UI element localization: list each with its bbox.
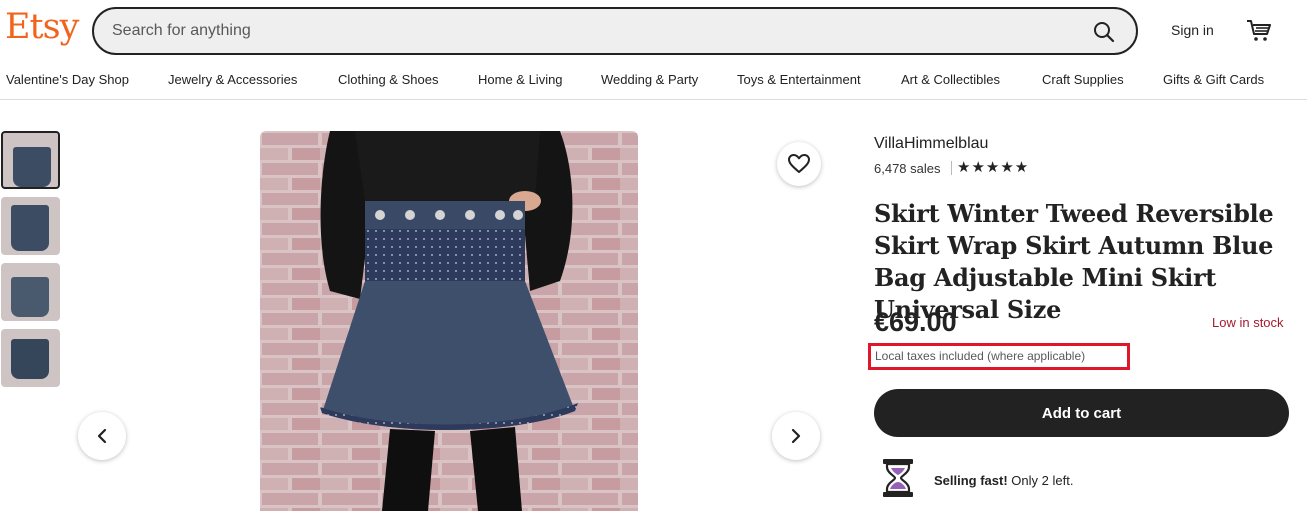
search-bar[interactable] xyxy=(92,7,1138,55)
chevron-left-icon xyxy=(97,428,107,444)
favorite-button[interactable] xyxy=(777,142,821,186)
shop-name-link[interactable]: VillaHimmelblau xyxy=(874,135,988,153)
skirt-thumbnail-image xyxy=(11,339,49,379)
skirt-thumbnail-image xyxy=(11,277,49,317)
cart-icon[interactable] xyxy=(1246,18,1272,42)
next-image-button[interactable] xyxy=(772,412,820,460)
thumbnail-3[interactable] xyxy=(1,263,60,321)
divider xyxy=(951,161,952,175)
prev-image-button[interactable] xyxy=(78,412,126,460)
nav-item-toys[interactable]: Toys & Entertainment xyxy=(737,72,861,87)
etsy-logo[interactable]: Etsy xyxy=(5,10,79,45)
stock-status: Low in stock xyxy=(1212,315,1284,330)
search-input[interactable] xyxy=(112,19,1062,43)
nav-item-wedding[interactable]: Wedding & Party xyxy=(601,72,698,87)
category-nav: Valentine's Day Shop Jewelry & Accessori… xyxy=(0,70,1307,100)
search-icon[interactable] xyxy=(1092,20,1116,44)
nav-item-gifts[interactable]: Gifts & Gift Cards xyxy=(1163,72,1264,87)
selling-fast-detail: Only 2 left. xyxy=(1007,473,1074,488)
thumbnail-1[interactable] xyxy=(1,131,60,189)
skirt-thumbnail-image xyxy=(11,205,49,251)
nav-item-clothing[interactable]: Clothing & Shoes xyxy=(338,72,438,87)
nav-item-jewelry[interactable]: Jewelry & Accessories xyxy=(168,72,297,87)
thumbnail-4[interactable] xyxy=(1,329,60,387)
product-main-image xyxy=(260,131,638,511)
tax-note-highlight: Local taxes included (where applicable) xyxy=(868,343,1130,370)
add-to-cart-button[interactable]: Add to cart xyxy=(874,389,1289,437)
selling-fast-label: Selling fast! xyxy=(934,473,1008,488)
skirt-thumbnail-image xyxy=(13,147,51,187)
thumbnail-2[interactable] xyxy=(1,197,60,255)
rating-stars[interactable]: ★★★★★ xyxy=(957,158,1029,176)
nav-item-home[interactable]: Home & Living xyxy=(478,72,563,87)
selling-fast-note: Selling fast! Only 2 left. xyxy=(934,473,1073,488)
heart-icon xyxy=(788,154,810,173)
chevron-right-icon xyxy=(791,428,801,444)
sign-in-link[interactable]: Sign in xyxy=(1171,22,1214,38)
sales-count: 6,478 sales xyxy=(874,161,941,176)
nav-item-craft[interactable]: Craft Supplies xyxy=(1042,72,1124,87)
tax-note: Local taxes included (where applicable) xyxy=(875,349,1086,363)
nav-item-valentines[interactable]: Valentine's Day Shop xyxy=(6,72,129,87)
hourglass-icon xyxy=(883,459,913,497)
nav-item-art[interactable]: Art & Collectibles xyxy=(901,72,1000,87)
product-price: €69.00 xyxy=(874,307,957,337)
